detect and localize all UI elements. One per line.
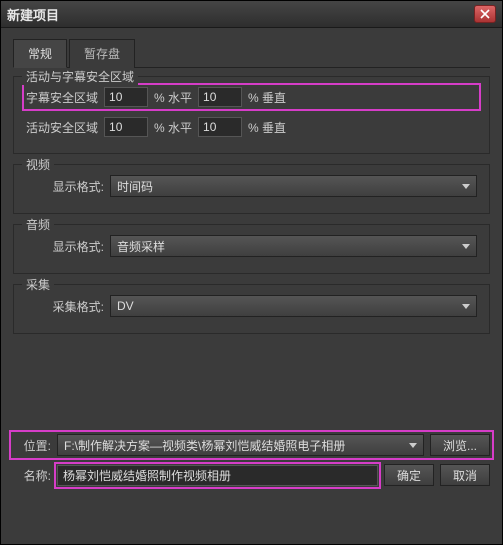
label-pct-h2: % 水平	[154, 119, 192, 136]
close-icon	[480, 9, 490, 19]
tab-scratch-disks[interactable]: 暂存盘	[69, 39, 135, 68]
tab-general[interactable]: 常规	[13, 39, 67, 68]
label-audio-format: 显示格式:	[26, 238, 104, 255]
group-safe-zones: 活动与字幕安全区域 字幕安全区域 % 水平 % 垂直 活动安全区域 % 水平 %…	[13, 76, 490, 154]
close-button[interactable]	[474, 5, 496, 23]
input-action-h[interactable]	[104, 117, 148, 137]
label-pct-h: % 水平	[154, 89, 192, 106]
group-title-audio: 音频	[22, 216, 54, 233]
group-title-capture: 采集	[22, 276, 54, 293]
group-audio: 音频 显示格式: 音频采样	[13, 224, 490, 274]
browse-button[interactable]: 浏览...	[430, 434, 490, 456]
input-caption-v[interactable]	[198, 87, 242, 107]
label-caption-safe: 字幕安全区域	[26, 89, 98, 106]
row-audio-format: 显示格式: 音频采样	[26, 235, 477, 257]
dropdown-video-format[interactable]: 时间码	[110, 175, 477, 197]
row-location: 位置: F:\制作解决方案—视频类\杨幂刘恺威结婚照电子相册 浏览...	[13, 434, 490, 456]
tabs: 常规 暂存盘	[13, 38, 490, 68]
label-location: 位置:	[13, 437, 51, 454]
window-title: 新建项目	[7, 5, 474, 24]
cancel-button[interactable]: 取消	[440, 464, 490, 486]
row-action-safe: 活动安全区域 % 水平 % 垂直	[26, 117, 477, 137]
dropdown-audio-format[interactable]: 音频采样	[110, 235, 477, 257]
input-caption-h[interactable]	[104, 87, 148, 107]
location-value: F:\制作解决方案—视频类\杨幂刘恺威结婚照电子相册	[64, 437, 345, 454]
group-capture: 采集 采集格式: DV	[13, 284, 490, 334]
dropdown-capture-format-value: DV	[117, 299, 134, 313]
dropdown-location[interactable]: F:\制作解决方案—视频类\杨幂刘恺威结婚照电子相册	[57, 434, 424, 456]
ok-button[interactable]: 确定	[384, 464, 434, 486]
label-video-format: 显示格式:	[26, 178, 104, 195]
row-video-format: 显示格式: 时间码	[26, 175, 477, 197]
label-capture-format: 采集格式:	[26, 298, 104, 315]
row-capture-format: 采集格式: DV	[26, 295, 477, 317]
dropdown-video-format-value: 时间码	[117, 178, 153, 195]
dropdown-audio-format-value: 音频采样	[117, 238, 165, 255]
label-pct-v2: % 垂直	[248, 119, 286, 136]
dropdown-capture-format[interactable]: DV	[110, 295, 477, 317]
group-title-video: 视频	[22, 156, 54, 173]
label-action-safe: 活动安全区域	[26, 119, 98, 136]
row-caption-safe: 字幕安全区域 % 水平 % 垂直	[26, 87, 477, 107]
label-name: 名称:	[13, 467, 51, 484]
input-action-v[interactable]	[198, 117, 242, 137]
new-project-dialog: 新建项目 常规 暂存盘 活动与字幕安全区域 字幕安全区域 % 水平 % 垂直 活…	[0, 0, 503, 545]
titlebar: 新建项目	[1, 1, 502, 28]
row-name: 名称: 确定 取消	[13, 464, 490, 486]
group-video: 视频 显示格式: 时间码	[13, 164, 490, 214]
label-pct-v: % 垂直	[248, 89, 286, 106]
input-project-name[interactable]	[57, 465, 378, 486]
group-title-safe-zones: 活动与字幕安全区域	[22, 68, 138, 85]
